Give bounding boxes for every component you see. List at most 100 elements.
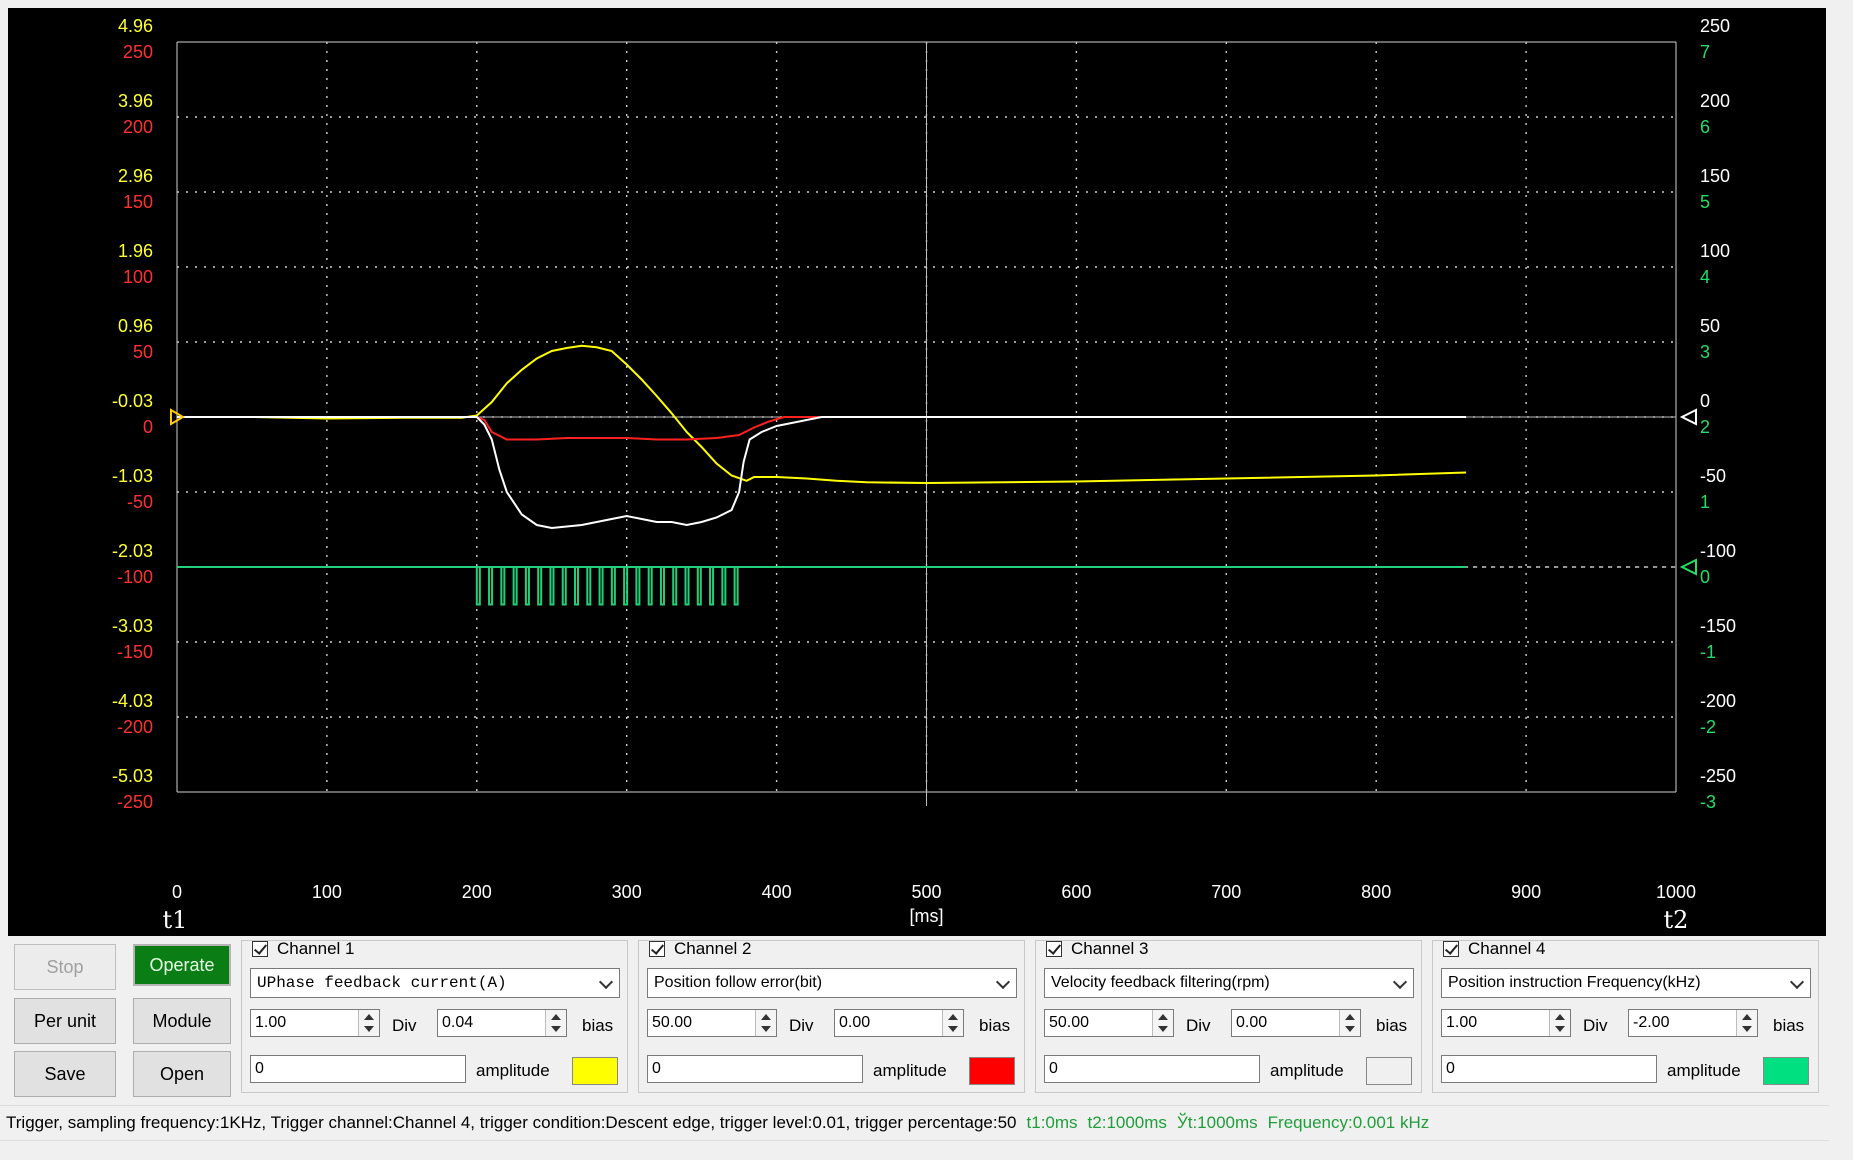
spin-arrows-icon[interactable]: [1152, 1010, 1173, 1036]
chevron-down-icon: [598, 974, 614, 990]
channel-1-color-swatch[interactable]: [572, 1057, 618, 1085]
frequency-readout: Frequency:0.001 kHz: [1267, 1113, 1430, 1132]
channel-2-div-value: 50.00: [652, 1014, 693, 1031]
left-axis-yellow-tick: 0.96: [118, 316, 153, 336]
channel-3-signal-select[interactable]: Velocity feedback filtering(rpm): [1044, 968, 1414, 998]
save-button[interactable]: Save: [14, 1051, 116, 1097]
t1-readout: t1:0ms: [1026, 1113, 1078, 1132]
channel-2-waveform: [177, 416, 1467, 441]
channel-1-bias-input[interactable]: 0.04: [437, 1009, 567, 1037]
left-axis-yellow-tick: 1.96: [118, 241, 153, 261]
spin-arrows-icon[interactable]: [1736, 1010, 1757, 1036]
channel-2-amplitude-input[interactable]: 0: [647, 1055, 863, 1083]
channel-1-div-value: 1.00: [255, 1014, 287, 1031]
channel-2-color-swatch[interactable]: [969, 1057, 1015, 1085]
x-axis-label: [ms]: [910, 906, 944, 926]
channel-2-title: Channel 2: [674, 939, 752, 958]
t2-cursor-label: t2: [1664, 906, 1689, 934]
channel-4-checkbox[interactable]: [1443, 941, 1459, 957]
left-axis-yellow-tick: -2.03: [112, 541, 153, 561]
channel-1-amplitude-input[interactable]: 0: [250, 1055, 466, 1083]
x-axis-tick-label: 700: [1211, 882, 1241, 902]
channel-4-color-swatch[interactable]: [1763, 1057, 1809, 1085]
oscilloscope-display[interactable]: 4.96 3.96 2.96 1.96 0.96 -0.03 -1.03 -2.03 -3.03…: [8, 8, 1826, 936]
channel-3-title: Channel 3: [1071, 939, 1149, 958]
t2-readout: t2:1000ms: [1087, 1113, 1167, 1132]
right-axis-white-tick: 50: [1700, 316, 1720, 336]
per-unit-button[interactable]: Per unit: [14, 998, 116, 1044]
right-axis-white-tick: -50: [1700, 466, 1726, 486]
spin-arrows-icon[interactable]: [545, 1010, 566, 1036]
spin-arrows-icon[interactable]: [1339, 1010, 1360, 1036]
left-axis-red-tick: 150: [123, 192, 153, 212]
right-axis-green-tick: 5: [1700, 192, 1710, 212]
channel-3-zero-marker: [1679, 408, 1697, 426]
channel-4-bias-input[interactable]: -2.00: [1628, 1009, 1758, 1037]
right-axis-green-tick: 7: [1700, 42, 1710, 62]
channel-3-div-input[interactable]: 50.00: [1044, 1009, 1174, 1037]
left-axis-yellow-tick: -5.03: [112, 766, 153, 786]
left-axis-red-tick: 100: [123, 267, 153, 287]
channel-4-amplitude-input[interactable]: 0: [1441, 1055, 1657, 1083]
channel-1-signal-select[interactable]: UPhase feedback current(A): [250, 968, 620, 998]
channel-2-div-input[interactable]: 50.00: [647, 1009, 777, 1037]
left-axis-yellow-tick: -3.03: [112, 616, 153, 636]
channel-1-div-input[interactable]: 1.00: [250, 1009, 380, 1037]
open-button[interactable]: Open: [133, 1051, 231, 1097]
channel-3-bias-input[interactable]: 0.00: [1231, 1009, 1361, 1037]
right-axis-green-tick: -2: [1700, 717, 1716, 737]
channel-2-bias-input[interactable]: 0.00: [834, 1009, 964, 1037]
channel-2-signal-value: Position follow error(bit): [654, 974, 823, 991]
channel-3-waveform: [177, 416, 1467, 530]
channel-1-checkbox[interactable]: [252, 941, 268, 957]
x-axis-tick-label: 800: [1361, 882, 1391, 902]
channel-2-signal-select[interactable]: Position follow error(bit): [647, 968, 1017, 998]
x-axis-tick-label: 200: [462, 882, 492, 902]
channel-3-amplitude-input[interactable]: 0: [1044, 1055, 1260, 1083]
operate-button[interactable]: Operate: [133, 944, 231, 986]
t1-cursor-label: t1: [163, 906, 188, 934]
chevron-down-icon: [995, 974, 1011, 990]
bias-label: bias: [1376, 1016, 1408, 1035]
waveform-chart[interactable]: 4.96 3.96 2.96 1.96 0.96 -0.03 -1.03 -2.03 -3.03…: [8, 8, 1826, 936]
channel-1-waveform: [177, 344, 1467, 485]
left-axis-red-tick: 0: [143, 417, 153, 437]
right-axis-white-tick: 0: [1700, 391, 1710, 411]
channel-1-amplitude-value: 0: [255, 1060, 264, 1077]
channel-2-bias-value: 0.00: [839, 1014, 871, 1031]
right-axis-white-tick: 200: [1700, 91, 1730, 111]
div-label: Div: [1186, 1016, 1211, 1035]
channel-4-div-input[interactable]: 1.00: [1441, 1009, 1571, 1037]
bias-label: bias: [979, 1016, 1011, 1035]
right-axis-green-tick: -3: [1700, 792, 1716, 812]
chevron-down-icon: [1789, 974, 1805, 990]
channel-3-color-swatch[interactable]: [1366, 1057, 1412, 1085]
spin-arrows-icon[interactable]: [942, 1010, 963, 1036]
bias-label: bias: [1773, 1016, 1805, 1035]
module-button[interactable]: Module: [133, 998, 231, 1044]
right-axis-green-tick: 0: [1700, 567, 1710, 587]
channel-4-signal-select[interactable]: Position instruction Frequency(kHz): [1441, 968, 1811, 998]
spin-arrows-icon[interactable]: [358, 1010, 379, 1036]
bias-label: bias: [582, 1016, 614, 1035]
right-axis-white-tick: 150: [1700, 166, 1730, 186]
spin-arrows-icon[interactable]: [755, 1010, 776, 1036]
channel-3-bias-value: 0.00: [1236, 1014, 1268, 1031]
channel-3-checkbox[interactable]: [1046, 941, 1062, 957]
left-axis-red-tick: -100: [117, 567, 153, 587]
x-axis-tick-label: 500: [911, 882, 941, 902]
spin-arrows-icon[interactable]: [1549, 1010, 1570, 1036]
stop-button[interactable]: Stop: [14, 944, 116, 990]
channel-2-checkbox[interactable]: [649, 941, 665, 957]
x-axis-tick-label: 400: [762, 882, 792, 902]
left-axis-red-tick: 50: [133, 342, 153, 362]
chevron-down-icon: [1392, 974, 1408, 990]
x-axis-tick-label: 100: [312, 882, 342, 902]
right-axis-green-tick: 6: [1700, 117, 1710, 137]
left-axis-red-tick: -50: [127, 492, 153, 512]
right-axis-green-tick: 3: [1700, 342, 1710, 362]
right-axis-green-tick: 2: [1700, 417, 1710, 437]
left-axis-yellow-tick: 3.96: [118, 91, 153, 111]
div-label: Div: [1583, 1016, 1608, 1035]
channel-4-signal-value: Position instruction Frequency(kHz): [1448, 974, 1701, 991]
